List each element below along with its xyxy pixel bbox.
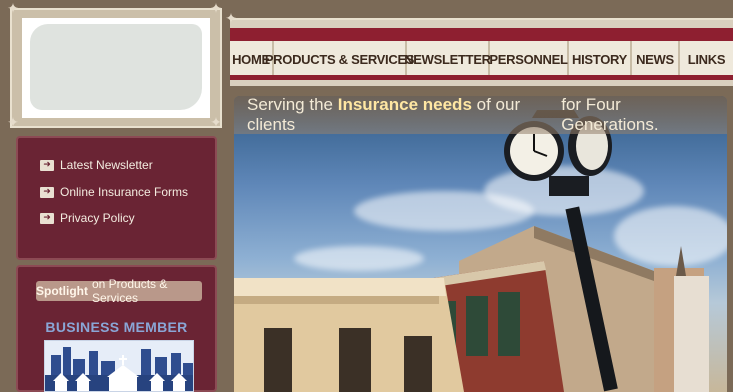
- logo-area[interactable]: [22, 18, 210, 118]
- tagline-text: Serving the: [247, 96, 338, 114]
- nav-personnel[interactable]: PERSONNEL: [489, 41, 569, 77]
- nav-bottom-stripe: [230, 75, 733, 80]
- main-navigation: HOME PRODUCTS & SERVICES NEWSLETTER PERS…: [230, 18, 733, 86]
- corner-ornament-icon: ✦: [225, 11, 237, 27]
- arrow-right-icon: ➜: [40, 159, 54, 171]
- sidebar-link-privacy-policy[interactable]: ➜ Privacy Policy: [40, 211, 135, 225]
- sidebar-links-panel: ➜ Latest Newsletter ➜ Online Insurance F…: [16, 136, 217, 260]
- corner-ornament-icon: ✦: [7, 1, 19, 17]
- hero-image: Serving the Insurance needs of our clien…: [234, 96, 727, 392]
- nav-newsletter[interactable]: NEWSLETTER: [404, 41, 491, 77]
- hero-tagline-right: for Four Generations.: [561, 96, 659, 134]
- hero-tagline: Serving the Insurance needs of our clien…: [247, 96, 561, 135]
- sidebar-link-label: Latest Newsletter: [60, 158, 153, 172]
- sidebar-link-label: Online Insurance Forms: [60, 185, 189, 199]
- nav-history[interactable]: HISTORY: [569, 41, 632, 77]
- corner-ornament-icon: ✦: [210, 1, 222, 17]
- spotlight-bold-label: Spotlight: [36, 284, 88, 298]
- logo-frame: [10, 8, 222, 128]
- hero-tagline-banner: Serving the Insurance needs of our clien…: [234, 96, 727, 134]
- nav-links[interactable]: LINKS: [680, 41, 733, 77]
- nav-news[interactable]: NEWS: [632, 41, 680, 77]
- town-buildings-illustration: [234, 110, 709, 392]
- tagline-highlight: Insurance needs: [337, 96, 472, 114]
- sidebar-link-latest-newsletter[interactable]: ➜ Latest Newsletter: [40, 158, 153, 172]
- corner-ornament-icon: ✦: [7, 115, 19, 131]
- spotlight-panel: Spotlight on Products & Services BUSINES…: [16, 265, 217, 392]
- spotlight-header[interactable]: Spotlight on Products & Services: [36, 277, 202, 305]
- arrow-right-icon: ➜: [40, 212, 54, 224]
- business-member-title: BUSINESS MEMBER: [45, 319, 188, 335]
- corner-ornament-icon: ✦: [210, 115, 222, 131]
- logo-image-placeholder: [30, 24, 202, 110]
- nav-bar: HOME PRODUCTS & SERVICES NEWSLETTER PERS…: [230, 41, 733, 77]
- sidebar-link-label: Privacy Policy: [60, 211, 135, 225]
- arrow-right-icon: ➜: [40, 186, 54, 198]
- sidebar-link-online-insurance-forms[interactable]: ➜ Online Insurance Forms: [40, 185, 188, 199]
- nav-products-services[interactable]: PRODUCTS & SERVICES: [265, 41, 414, 77]
- business-member-badge[interactable]: [44, 340, 194, 392]
- skyline-logo-icon: [45, 341, 193, 391]
- nav-top-stripe: [230, 28, 733, 41]
- spotlight-label: on Products & Services: [91, 277, 168, 305]
